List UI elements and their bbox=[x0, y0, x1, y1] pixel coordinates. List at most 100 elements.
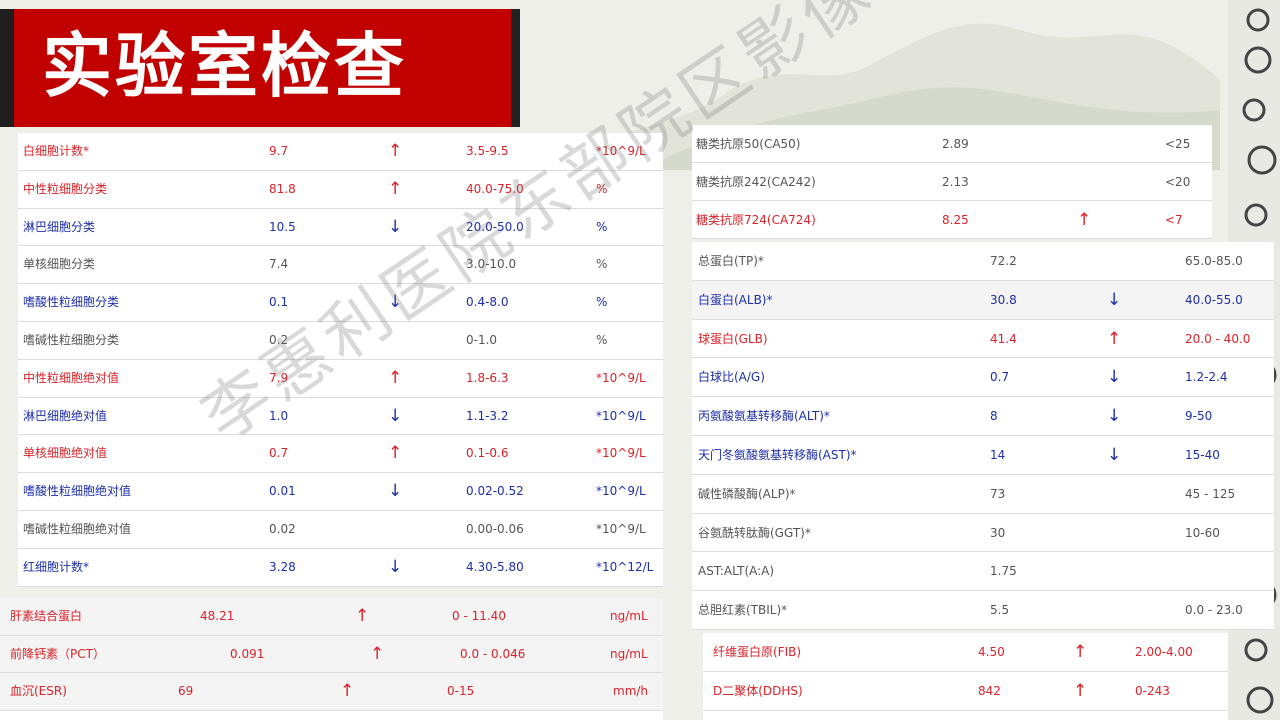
flag-arrow-icon: ↓ bbox=[1107, 406, 1122, 427]
blood-routine-table: 白细胞计数* 9.7 ↑ 3.5-9.5 *10^9/L 中性粒细胞分类 81.8 ↑ 40.0… bbox=[18, 133, 663, 587]
cell-unit: % bbox=[596, 219, 608, 234]
cell-name: 谷氨酰转肽酶(GGT)* bbox=[698, 525, 811, 540]
cell-name: 白球比(A/G) bbox=[698, 370, 765, 385]
table-row: 纤维蛋白原(FIB) 4.50 ↑ 2.00-4.00 bbox=[703, 633, 1228, 672]
cell-value: 0.02 bbox=[269, 522, 296, 536]
cell-value: 4.50 bbox=[978, 645, 1005, 659]
cell-range: 0-243 bbox=[1135, 684, 1170, 698]
cell-name: 单核细胞分类 bbox=[23, 257, 96, 272]
cell-unit: *10^12/L bbox=[596, 559, 654, 574]
cell-name: 白细胞计数* bbox=[23, 144, 90, 158]
cell-value: 7.9 bbox=[269, 370, 289, 385]
cell-value: 10.5 bbox=[269, 219, 296, 234]
flag-arrow-icon: ↓ bbox=[388, 481, 403, 502]
cell-range: 1.2-2.4 bbox=[1185, 370, 1228, 385]
cell-name: 球蛋白(GLB) bbox=[698, 331, 768, 346]
table-row: 嗜碱性粒细胞分类 0.2 0-1.0% bbox=[18, 322, 663, 360]
liver-function-table: 总蛋白(TP)* 72.2 65.0-85.0 白蛋白(ALB)* 30.8 ↓ 40.0-… bbox=[692, 242, 1274, 630]
cell-range: 65.0-85.0 bbox=[1185, 254, 1243, 268]
table-row: 嗜碱性粒细胞绝对值 0.02 0.00-0.06 *10^9/L bbox=[18, 511, 663, 549]
cell-range: <25 bbox=[1165, 137, 1191, 151]
flag-arrow-icon: ↓ bbox=[388, 216, 403, 237]
table-row: 单核细胞绝对值 0.7 ↑ 0.1-0.6 *10^9/L bbox=[18, 435, 663, 474]
flag-arrow-icon: ↓ bbox=[388, 405, 403, 426]
cell-value: 5.5 bbox=[990, 603, 1010, 618]
cell-unit: mm/h bbox=[613, 684, 649, 698]
cell-unit: % bbox=[596, 333, 608, 347]
cell-name: 白蛋白(ALB)* bbox=[698, 292, 773, 307]
flag-arrow-icon: ↓ bbox=[1107, 445, 1122, 465]
cell-range: 20.0-50.0 bbox=[466, 219, 524, 234]
flag-arrow-icon: ↑ bbox=[388, 178, 403, 199]
table-row: 血沉(ESR) 69 ↑ 0-15 mm/h bbox=[0, 673, 663, 711]
cell-value: 81.8 bbox=[269, 181, 296, 196]
cell-range: 0.0 - 0.046 bbox=[460, 646, 526, 661]
table-row: 淋巴细胞绝对值 1.0 ↓ 1.1-3.2 *10^9/L bbox=[18, 398, 663, 436]
table-row: 淋巴细胞分类 10.5 ↓ 20.0-50.0% bbox=[18, 209, 663, 247]
cell-range: 1.1-3.2 bbox=[466, 408, 509, 423]
table-row: 白细胞计数* 9.7 ↑ 3.5-9.5 *10^9/L bbox=[18, 133, 663, 171]
cell-value: 7.4 bbox=[269, 257, 289, 272]
title-banner: 实验室检查 bbox=[0, 9, 520, 127]
cell-unit: *10^9/L bbox=[596, 522, 646, 536]
cell-name: 肝素结合蛋白 bbox=[10, 609, 83, 623]
cell-name: 淋巴细胞分类 bbox=[23, 219, 96, 234]
cell-name: 糖类抗原242(CA242) bbox=[696, 175, 816, 189]
cell-unit: *10^9/L bbox=[596, 370, 646, 385]
flag-arrow-icon: ↑ bbox=[388, 443, 403, 464]
cell-name: 纤维蛋白原(FIB) bbox=[713, 645, 802, 659]
table-row: 糖类抗原242(CA242) 2.13 <20 bbox=[692, 163, 1212, 201]
cell-name: 前降钙素（PCT） bbox=[10, 646, 105, 661]
cell-value: 73 bbox=[990, 486, 1006, 501]
cell-range: 15-40 bbox=[1185, 448, 1220, 462]
cell-range: 40.0-75.0 bbox=[466, 181, 524, 196]
cell-range: 3.5-9.5 bbox=[466, 144, 509, 158]
flag-arrow-icon: ↑ bbox=[1077, 210, 1092, 230]
cell-range: 1.8-6.3 bbox=[466, 370, 509, 385]
cell-value: 69 bbox=[178, 684, 194, 698]
cell-range: 0 - 11.40 bbox=[452, 609, 506, 623]
inflammation-table: 肝素结合蛋白 48.21 ↑ 0 - 11.40 ng/mL 前降钙素（PCT） 0.091… bbox=[0, 598, 663, 720]
cell-value: 3.28 bbox=[269, 559, 296, 574]
cell-name: 天门冬氨酸氨基转移酶(AST)* bbox=[698, 448, 857, 462]
flag-arrow-icon: ↓ bbox=[388, 292, 403, 313]
cell-range: 45 - 125 bbox=[1185, 486, 1236, 501]
cell-name: 嗜碱性粒细胞分类 bbox=[23, 333, 120, 347]
cell-range: 0.00-0.06 bbox=[466, 522, 524, 536]
cell-name: 中性粒细胞分类 bbox=[23, 181, 108, 196]
cell-range: 4.30-5.80 bbox=[466, 559, 524, 574]
flag-arrow-icon: ↑ bbox=[1107, 328, 1122, 349]
cell-range: 0.4-8.0 bbox=[466, 295, 509, 310]
cell-name: 单核细胞绝对值 bbox=[23, 446, 108, 461]
cell-unit: ng/mL bbox=[610, 646, 648, 661]
cell-name: 糖类抗原724(CA724) bbox=[696, 213, 816, 227]
cell-range: 10-60 bbox=[1185, 525, 1220, 540]
table-row: 谷氨酰转肽酶(GGT)* 30 10-60 bbox=[692, 514, 1274, 553]
cell-value: 72.2 bbox=[990, 254, 1017, 268]
cell-value: 30 bbox=[990, 525, 1006, 540]
table-row: D二聚体(DDHS) 842 ↑ 0-243 bbox=[703, 672, 1228, 711]
cell-name: 中性粒细胞绝对值 bbox=[23, 370, 120, 385]
cell-name: 血沉(ESR) bbox=[10, 684, 67, 698]
table-row: 前降钙素（PCT） 0.091 ↑ 0.0 - 0.046 ng/mL bbox=[0, 635, 663, 673]
cell-range: 20.0 - 40.0 bbox=[1185, 331, 1251, 346]
table-row: AST:ALT(A:A) 1.75 bbox=[692, 552, 1274, 592]
cell-name: 糖类抗原50(CA50) bbox=[696, 137, 801, 151]
flag-arrow-icon: ↓ bbox=[388, 556, 403, 577]
cell-unit: *10^9/L bbox=[596, 484, 646, 499]
flag-arrow-icon: ↑ bbox=[1073, 642, 1088, 662]
cell-name: 淋巴细胞绝对值 bbox=[23, 408, 108, 423]
cell-value: 48.21 bbox=[200, 609, 235, 623]
table-row: 肝素结合蛋白 48.21 ↑ 0 - 11.40 ng/mL bbox=[0, 598, 663, 636]
cell-value: 30.8 bbox=[990, 292, 1017, 307]
cell-value: 0.01 bbox=[269, 484, 296, 499]
table-row: 天门冬氨酸氨基转移酶(AST)* 14 ↓ 15-40 bbox=[692, 436, 1274, 475]
cell-range: <20 bbox=[1165, 175, 1191, 189]
flag-arrow-icon: ↑ bbox=[370, 643, 385, 664]
flag-arrow-icon: ↑ bbox=[1073, 681, 1088, 701]
tumor-marker-table: 糖类抗原50(CA50) 2.89 <25 糖类抗原242(CA242) 2.13 <20… bbox=[692, 125, 1212, 239]
cell-unit: *10^9/L bbox=[596, 446, 646, 461]
table-row: 嗜酸性粒细胞绝对值 0.01 ↓ 0.02-0.52 *10^9/L bbox=[18, 473, 663, 511]
cell-value: 14 bbox=[990, 448, 1006, 462]
cell-value: 2.13 bbox=[942, 175, 969, 189]
